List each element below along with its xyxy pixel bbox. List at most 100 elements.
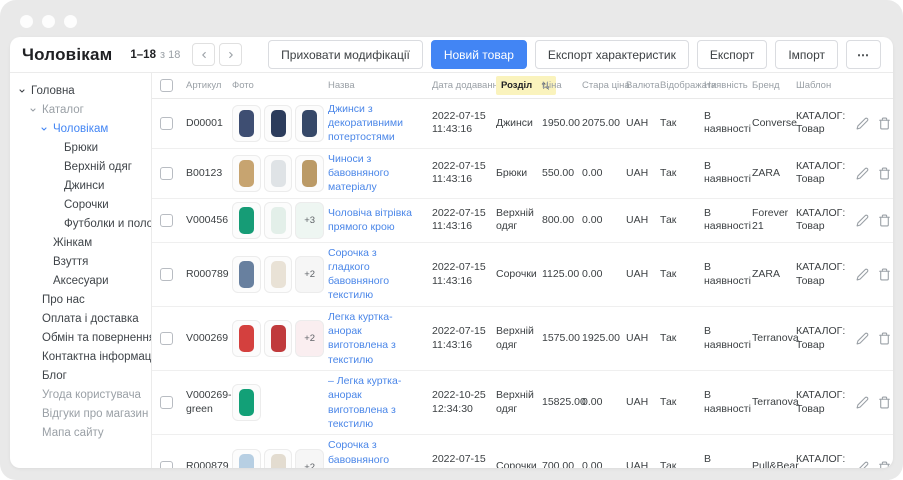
export-characteristics-button[interactable]: Експорт характеристик <box>535 40 689 69</box>
sidebar-item[interactable]: Футболки и поло <box>10 214 151 233</box>
edit-icon[interactable] <box>856 332 869 345</box>
row-checkbox[interactable] <box>160 396 173 409</box>
sidebar-item[interactable]: Чоловікам <box>10 119 151 138</box>
product-photo[interactable] <box>232 155 261 192</box>
row-checkbox[interactable] <box>160 461 173 468</box>
sidebar-item[interactable]: Джинси <box>10 176 151 195</box>
product-photo[interactable] <box>264 449 293 468</box>
more-photos-badge[interactable]: +2 <box>295 320 324 357</box>
edit-icon[interactable] <box>856 396 869 409</box>
edit-icon[interactable] <box>856 268 869 281</box>
product-photo[interactable] <box>295 155 324 192</box>
product-photo[interactable] <box>264 256 293 293</box>
column-header[interactable]: Наявність <box>704 80 752 91</box>
display-cell: Так <box>660 332 704 346</box>
more-photos-badge[interactable]: +2 <box>295 449 324 468</box>
column-header[interactable]: Артикул <box>186 80 232 91</box>
sidebar-item[interactable]: Взуття <box>10 252 151 271</box>
row-checkbox[interactable] <box>160 117 173 130</box>
column-header[interactable]: Назва <box>328 80 432 91</box>
row-checkbox[interactable] <box>160 167 173 180</box>
delete-icon[interactable] <box>878 167 891 180</box>
delete-icon[interactable] <box>878 268 891 281</box>
sidebar-item[interactable]: Про нас <box>10 290 151 309</box>
column-header[interactable]: Валюта <box>626 80 660 91</box>
product-name-link[interactable]: Легка куртка-анорак виготовлена з тексти… <box>328 310 426 367</box>
sidebar-item[interactable]: Аксесуари <box>10 271 151 290</box>
product-photo[interactable] <box>232 105 261 142</box>
toolbar: Приховати модифікації Новий товар Експорт … <box>268 40 881 69</box>
column-header[interactable]: Дата додавання <box>432 80 496 91</box>
delete-icon[interactable] <box>878 461 891 468</box>
pagination: 1–18 з 18 <box>130 43 242 66</box>
edit-icon[interactable] <box>856 167 869 180</box>
more-photos-badge[interactable]: +3 <box>295 202 324 239</box>
availability-cell: В наявності <box>704 389 752 416</box>
display-cell: Так <box>660 396 704 410</box>
row-checkbox[interactable] <box>160 268 173 281</box>
date-added-cell: 2022-07-1511:43:16 <box>432 110 496 137</box>
sidebar-item[interactable]: Жінкам <box>10 233 151 252</box>
article-cell: R000789 <box>186 268 232 282</box>
column-header[interactable]: Відображати <box>660 80 704 91</box>
delete-icon[interactable] <box>878 214 891 227</box>
date-added-cell: 2022-07-1511:43:16 <box>432 207 496 234</box>
column-header[interactable]: Шаблон <box>796 80 854 91</box>
row-checkbox[interactable] <box>160 214 173 227</box>
product-name-link[interactable]: Чоловіча вітрівка прямого крою <box>328 206 426 234</box>
pagination-prev-button[interactable] <box>192 43 215 66</box>
hide-modifications-button[interactable]: Приховати модифікації <box>268 40 423 69</box>
new-product-button[interactable]: Новий товар <box>431 40 527 69</box>
sidebar-item[interactable]: Оплата і доставка <box>10 309 151 328</box>
column-header[interactable]: Бренд <box>752 80 796 91</box>
sidebar-item[interactable]: Верхній одяг <box>10 157 151 176</box>
product-name-link[interactable]: Сорочка з бавовняного матеріалу притален… <box>328 438 426 468</box>
product-name-link[interactable]: Сорочка з гладкого бавовняного текстилю <box>328 246 426 303</box>
column-header[interactable]: Фото <box>232 80 328 91</box>
export-button[interactable]: Експорт <box>697 40 767 69</box>
availability-cell: В наявності <box>704 207 752 234</box>
sidebar-item[interactable]: Угода користувача <box>10 385 151 404</box>
edit-icon[interactable] <box>856 214 869 227</box>
edit-icon[interactable] <box>856 117 869 130</box>
sidebar-item[interactable]: Контактна інформація <box>10 347 151 366</box>
sidebar-item[interactable]: Обмін та повернення <box>10 328 151 347</box>
more-photos-badge[interactable]: +2 <box>295 256 324 293</box>
time-value: 11:43:16 <box>432 220 496 234</box>
delete-icon[interactable] <box>878 396 891 409</box>
product-photo[interactable] <box>232 320 261 357</box>
product-name-link[interactable]: Чиноси з бавовняного матеріалу <box>328 152 426 195</box>
category-cell: Джинси <box>496 117 542 131</box>
product-photo[interactable] <box>264 202 293 239</box>
column-header[interactable]: Стара ціна <box>582 80 626 91</box>
product-photo[interactable] <box>264 155 293 192</box>
sidebar-item[interactable]: Блог <box>10 366 151 385</box>
product-photo[interactable] <box>264 105 293 142</box>
sidebar-item[interactable]: Брюки <box>10 138 151 157</box>
product-photo[interactable] <box>232 449 261 468</box>
sidebar-item[interactable]: Мапа сайту <box>10 423 151 442</box>
product-photo[interactable] <box>232 202 261 239</box>
select-all-checkbox[interactable] <box>160 79 173 92</box>
more-actions-button[interactable]: ⋯ <box>846 40 881 69</box>
time-value: 11:43:16 <box>432 275 496 289</box>
sidebar-item[interactable]: Каталог <box>10 100 151 119</box>
product-photo[interactable] <box>232 256 261 293</box>
sidebar-item[interactable]: Відгуки про магазин <box>10 404 151 423</box>
sidebar-item[interactable]: Сорочки <box>10 195 151 214</box>
delete-icon[interactable] <box>878 332 891 345</box>
table-row: R000789 +2Сорочка з гладкого бавовняного … <box>152 243 893 307</box>
product-photo[interactable] <box>295 105 324 142</box>
pagination-next-button[interactable] <box>219 43 242 66</box>
select-all-cell <box>160 79 186 92</box>
product-name-link[interactable]: Джинси з декоративними потертостями <box>328 102 426 145</box>
delete-icon[interactable] <box>878 117 891 130</box>
edit-icon[interactable] <box>856 461 869 468</box>
column-header[interactable]: Ціна <box>542 80 582 91</box>
import-button[interactable]: Імпорт <box>775 40 838 69</box>
product-name-link[interactable]: – Легка куртка-анорак виготовлена з текс… <box>328 374 426 431</box>
sidebar-item[interactable]: Головна <box>10 81 151 100</box>
product-photo[interactable] <box>232 384 261 421</box>
row-checkbox[interactable] <box>160 332 173 345</box>
product-photo[interactable] <box>264 320 293 357</box>
